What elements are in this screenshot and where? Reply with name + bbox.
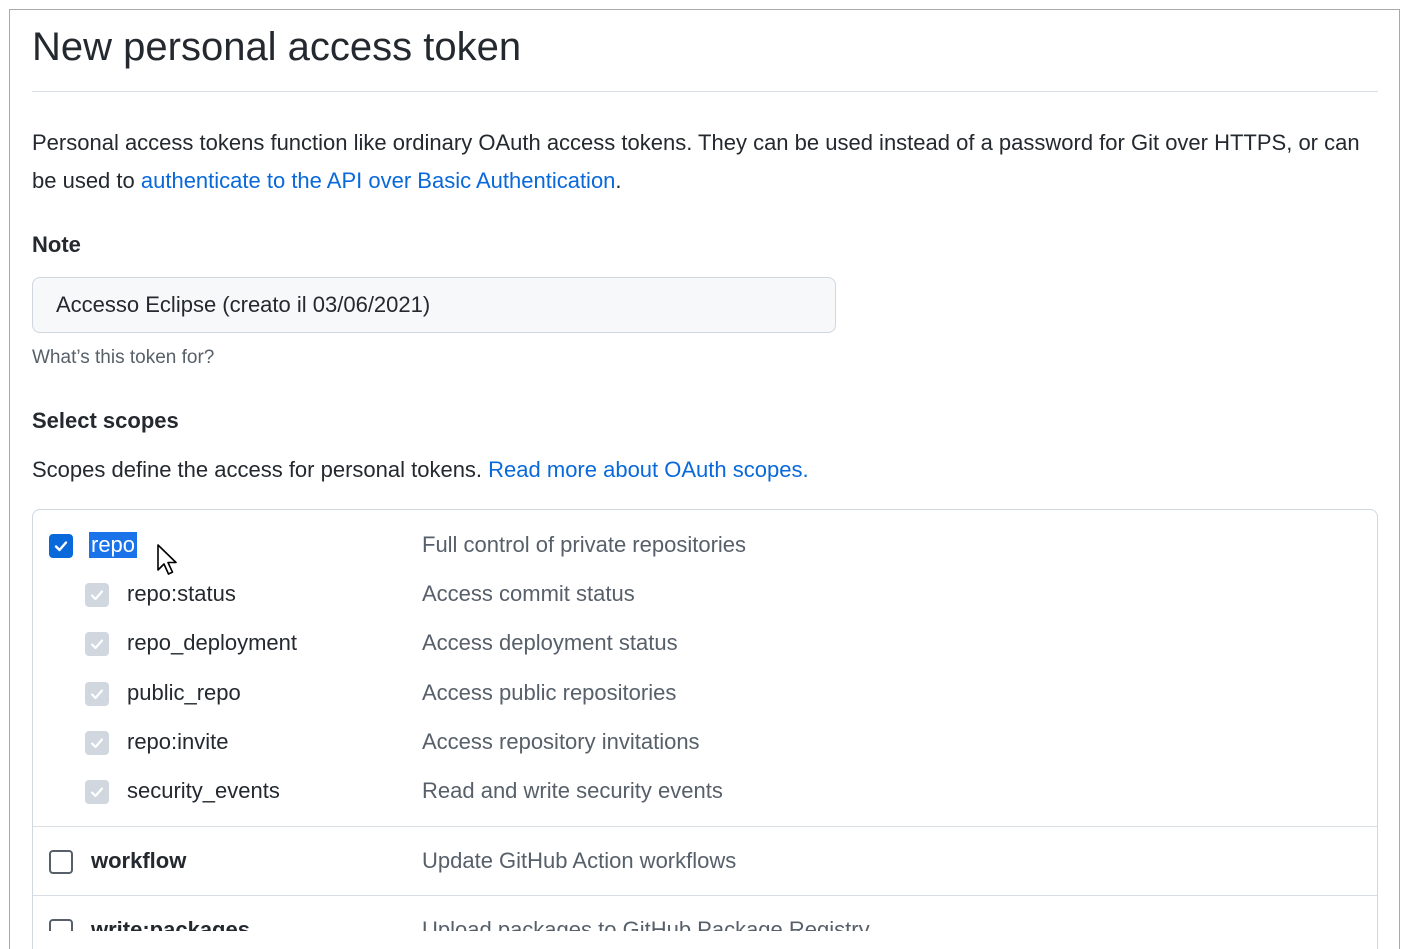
scope-name-workflow: workflow bbox=[91, 848, 187, 873]
scope-group-divider bbox=[33, 895, 1377, 896]
scope-desc-repo: Full control of private repositories bbox=[422, 532, 747, 557]
check-icon bbox=[90, 738, 104, 749]
scope-desc-repo-status: Access commit status bbox=[422, 581, 635, 606]
oauth-scopes-link[interactable]: Read more about OAuth scopes. bbox=[488, 457, 808, 482]
intro-paragraph: Personal access tokens function like ord… bbox=[32, 124, 1378, 200]
basic-auth-link[interactable]: authenticate to the API over Basic Authe… bbox=[141, 168, 616, 193]
scope-desc-security-events: Read and write security events bbox=[422, 778, 723, 803]
check-icon bbox=[90, 689, 104, 700]
scope-row-repo-deployment: repo_deployment Access deployment status bbox=[0, 624, 1408, 664]
scope-name-repo: repo bbox=[89, 532, 138, 558]
repo-checkbox[interactable] bbox=[49, 534, 73, 558]
scope-name-public-repo: public_repo bbox=[127, 680, 241, 705]
check-icon bbox=[54, 541, 68, 552]
scope-desc-repo-deployment: Access deployment status bbox=[422, 630, 678, 655]
note-label: Note bbox=[32, 232, 81, 257]
scope-group-divider bbox=[33, 826, 1377, 827]
repo-deployment-checkbox bbox=[85, 632, 109, 656]
intro-end: . bbox=[615, 168, 622, 193]
page-title: New personal access token bbox=[32, 25, 522, 69]
scope-desc-write-packages: Upload packages to GitHub Package Regist… bbox=[422, 917, 870, 931]
public-repo-checkbox bbox=[85, 682, 109, 706]
scope-row-repo-status: repo:status Access commit status bbox=[0, 575, 1408, 615]
check-icon bbox=[90, 590, 104, 601]
check-icon bbox=[90, 787, 104, 798]
scope-row-public-repo: public_repo Access public repositories bbox=[0, 674, 1408, 714]
scope-row-write-packages: write:packages Upload packages to GitHub… bbox=[0, 911, 1408, 931]
check-icon bbox=[90, 639, 104, 650]
scope-row-write-packages-clip: write:packages Upload packages to GitHub… bbox=[0, 900, 1408, 931]
security-events-checkbox bbox=[85, 780, 109, 804]
note-hint: What’s this token for? bbox=[32, 347, 215, 368]
title-divider bbox=[32, 91, 1378, 92]
repo-invite-checkbox bbox=[85, 731, 109, 755]
scope-row-workflow: workflow Update GitHub Action workflows bbox=[0, 842, 1408, 882]
scope-name-write-packages: write:packages bbox=[91, 917, 250, 931]
scopes-description-text: Scopes define the access for personal to… bbox=[32, 457, 489, 482]
scope-row-repo-invite: repo:invite Access repository invitation… bbox=[0, 723, 1408, 763]
scope-desc-workflow: Update GitHub Action workflows bbox=[422, 848, 737, 873]
scopes-description: Scopes define the access for personal to… bbox=[32, 457, 809, 483]
scope-name-repo-status: repo:status bbox=[127, 581, 236, 606]
write-packages-checkbox[interactable] bbox=[49, 919, 73, 931]
scope-name-repo-invite: repo:invite bbox=[127, 729, 229, 754]
scope-row-security-events: security_events Read and write security … bbox=[0, 772, 1408, 812]
scope-name-repo-deployment: repo_deployment bbox=[127, 630, 298, 655]
workflow-checkbox[interactable] bbox=[49, 850, 73, 874]
scope-desc-public-repo: Access public repositories bbox=[422, 680, 677, 705]
scope-row-repo: repo Full control of private repositorie… bbox=[0, 526, 1408, 566]
scope-desc-repo-invite: Access repository invitations bbox=[422, 729, 700, 754]
select-scopes-heading: Select scopes bbox=[32, 408, 179, 433]
mouse-pointer-icon bbox=[157, 544, 177, 575]
note-input[interactable] bbox=[32, 277, 836, 333]
repo-status-checkbox bbox=[85, 583, 109, 607]
scope-name-security-events: security_events bbox=[127, 778, 280, 803]
